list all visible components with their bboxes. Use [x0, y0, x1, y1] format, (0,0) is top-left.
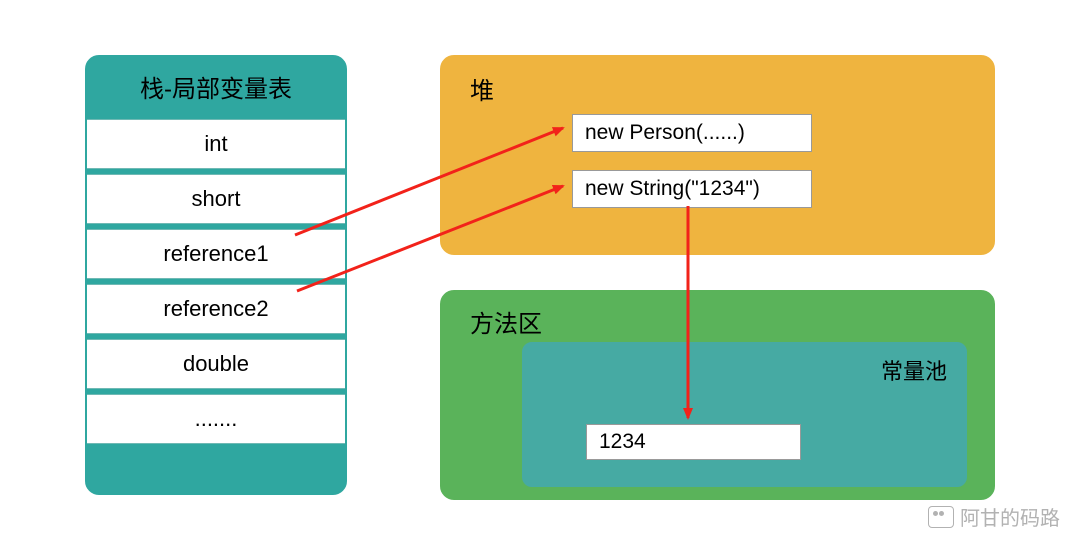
heap-object: new Person(......): [572, 114, 812, 152]
watermark: 阿甘的码路: [928, 502, 1060, 531]
stack-row: short: [87, 174, 345, 224]
heap-region: 堆 new Person(......) new String("1234"): [440, 55, 995, 255]
stack-row: double: [87, 339, 345, 389]
diagram-canvas: 栈-局部变量表 int short reference1 reference2 …: [0, 0, 1080, 553]
constant-pool-region: 常量池 1234: [522, 342, 967, 487]
constant-pool-value: 1234: [586, 424, 801, 460]
stack-row: .......: [87, 394, 345, 444]
stack-region: 栈-局部变量表 int short reference1 reference2 …: [85, 55, 347, 495]
watermark-text: 阿甘的码路: [960, 502, 1060, 531]
heap-title: 堆: [442, 57, 993, 114]
wechat-icon: [928, 506, 954, 528]
heap-object: new String("1234"): [572, 170, 812, 208]
method-area-title: 方法区: [442, 292, 993, 345]
stack-title: 栈-局部变量表: [87, 57, 345, 114]
method-area-region: 方法区 常量池 1234: [440, 290, 995, 500]
stack-row: reference1: [87, 229, 345, 279]
stack-row: int: [87, 119, 345, 169]
stack-row: reference2: [87, 284, 345, 334]
constant-pool-title: 常量池: [881, 354, 947, 386]
